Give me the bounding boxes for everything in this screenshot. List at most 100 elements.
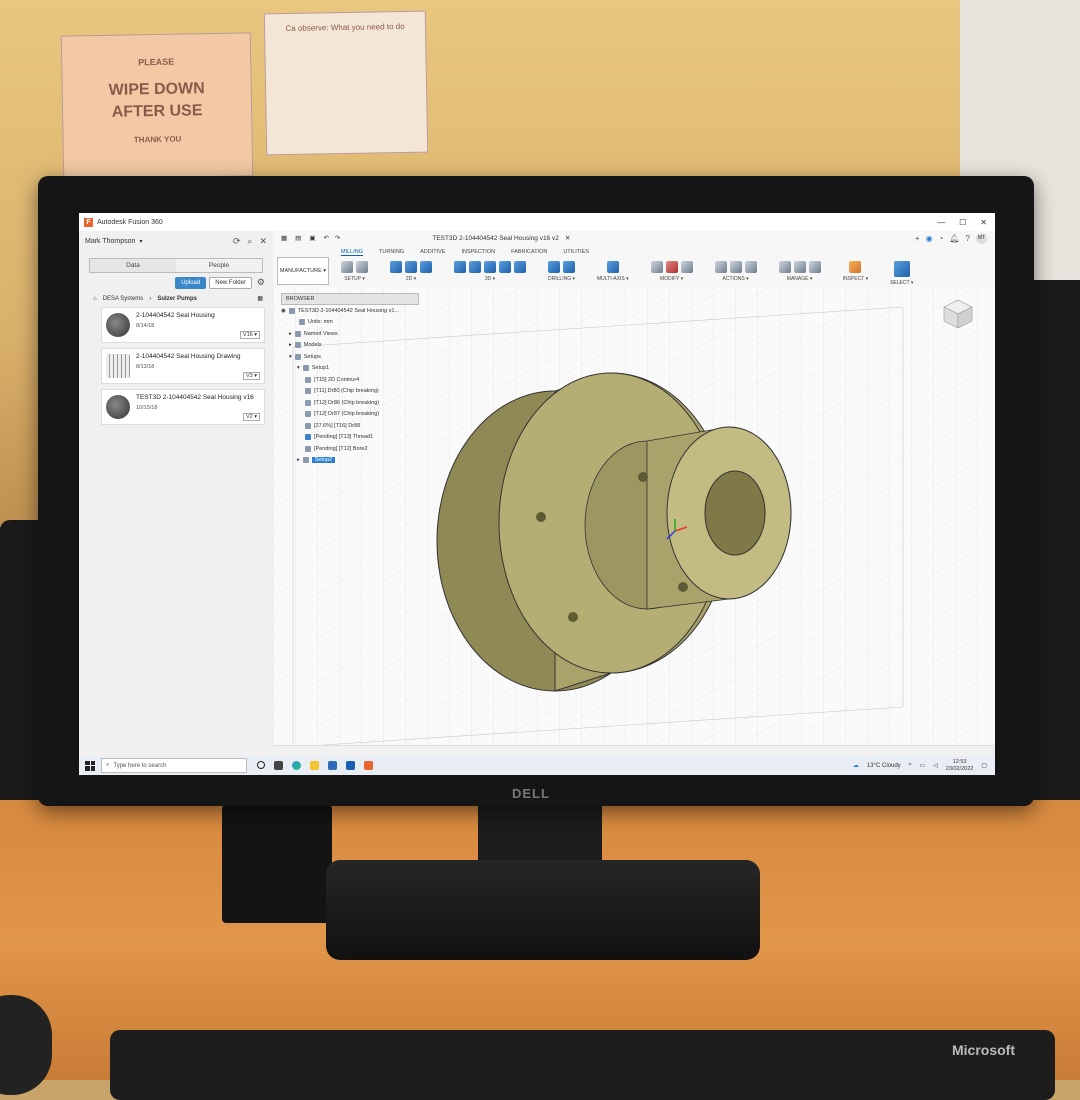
save-icon[interactable]: ▣ [309, 234, 315, 242]
2d-adaptive-icon[interactable] [390, 261, 402, 273]
group-label[interactable]: ACTIONS ▾ [723, 276, 749, 282]
close-panel-icon[interactable]: ✕ [259, 236, 267, 247]
viewcube-icon[interactable] [941, 297, 975, 331]
mail-icon[interactable] [328, 761, 337, 770]
browser-row[interactable]: [Pending] [T13] Thread1 [281, 432, 419, 444]
close-tab-icon[interactable]: ✕ [565, 234, 570, 242]
expand-icon[interactable]: ▾ [297, 365, 300, 371]
tab-inspection[interactable]: INSPECTION [461, 249, 495, 256]
duplicate-icon[interactable] [680, 261, 693, 273]
contour-icon[interactable] [514, 261, 526, 273]
browser-header[interactable]: BROWSER [281, 293, 419, 305]
group-label[interactable]: DRILLING ▾ [548, 276, 575, 282]
weather-text[interactable]: 13°C Cloudy [867, 763, 901, 769]
user-name[interactable]: Mark Thompson [85, 238, 135, 245]
browser-row[interactable]: [T12] Dr86 (Chip breaking) [281, 397, 419, 409]
file-item[interactable]: TEST3D 2-104404542 Seal Housing v16 10/1… [101, 389, 265, 425]
refresh-icon[interactable]: ⟳ [233, 236, 241, 247]
group-label[interactable]: INSPECT ▾ [843, 276, 868, 282]
browser-row[interactable]: ▾ Setup1 [281, 363, 419, 375]
file-item[interactable]: 2-104404542 Seal Housing Drawing 8/13/18… [101, 348, 265, 384]
browser-row[interactable]: ▾ Setups [281, 351, 419, 363]
select-cursor-icon[interactable] [893, 261, 910, 277]
expand-icon[interactable]: ▸ [289, 331, 292, 337]
simulate-icon[interactable] [714, 261, 727, 273]
notification-center-icon[interactable]: ▢ [981, 762, 987, 769]
tray-chevron-icon[interactable]: ^ [909, 763, 912, 769]
upload-button[interactable]: Upload [175, 277, 207, 289]
adaptive-clearing-icon[interactable] [454, 261, 466, 273]
file-menu-icon[interactable]: ▤ [295, 234, 301, 242]
group-2d[interactable]: 2D ▾ [390, 261, 432, 286]
tab-additive[interactable]: ADDITIVE [420, 249, 445, 256]
pocket-clearing-icon[interactable] [469, 261, 481, 273]
browser-row[interactable]: [T15] 2D Contour4 [281, 374, 419, 386]
group-label[interactable]: 3D ▾ [485, 276, 495, 282]
measure-icon[interactable] [849, 261, 862, 273]
grid-view-icon[interactable]: ▦ [257, 295, 263, 302]
avatar[interactable]: MT [976, 233, 987, 244]
group-select[interactable]: SELECT ▾ [890, 261, 913, 286]
group-3d[interactable]: 3D ▾ [454, 261, 526, 286]
2d-pocket-icon[interactable] [405, 261, 417, 273]
weather-icon[interactable]: ☁ [853, 762, 859, 769]
setup-sheet-icon[interactable] [356, 261, 368, 273]
file-version[interactable]: V3 ▾ [242, 372, 260, 380]
drill-icon[interactable] [548, 261, 560, 273]
task-view-icon[interactable] [274, 761, 283, 770]
taskbar-clock[interactable]: 12:53 23/02/2022 [946, 759, 974, 773]
chevron-down-icon[interactable]: ▾ [139, 238, 142, 245]
browser-row[interactable]: Units: mm [281, 317, 419, 329]
browser-row[interactable]: [Pending] [T12] Bore2 [281, 443, 419, 455]
group-label[interactable]: 2D ▾ [406, 276, 416, 282]
expand-icon[interactable]: ▾ [289, 354, 292, 360]
group-label[interactable]: MANAGE ▾ [787, 276, 813, 282]
file-version[interactable]: V16 ▾ [239, 331, 260, 339]
maximize-button[interactable]: ☐ [959, 218, 966, 227]
group-manage[interactable]: MANAGE ▾ [778, 261, 821, 286]
new-setup-icon[interactable] [341, 261, 353, 273]
expand-icon[interactable]: ▸ [297, 457, 300, 463]
group-setup[interactable]: SETUP ▾ [341, 261, 368, 286]
group-modify[interactable]: MODIFY ▾ [650, 261, 693, 286]
workspace-switcher[interactable]: MANUFACTURE ▾ [277, 257, 329, 285]
browser-row[interactable]: [T11] Dr80 (Chip breaking) [281, 386, 419, 398]
tab-data[interactable]: Data [90, 259, 176, 272]
group-label[interactable]: MULTI-AXIS ▾ [597, 276, 629, 282]
browser-row[interactable]: ▸ Models [281, 340, 419, 352]
document-title[interactable]: TEST3D 2-104404542 Seal Housing v16 v2 [432, 235, 558, 242]
network-icon[interactable]: ▭ [920, 762, 926, 769]
group-label[interactable]: SELECT ▾ [890, 280, 913, 286]
group-drilling[interactable]: DRILLING ▾ [548, 261, 575, 286]
tab-turning[interactable]: TURNING [379, 249, 404, 256]
edit-toolpath-icon[interactable] [650, 261, 663, 273]
outlook-icon[interactable] [346, 761, 355, 770]
file-explorer-icon[interactable] [310, 761, 319, 770]
breadcrumb-item[interactable]: Sulzer Pumps [157, 296, 197, 302]
search-icon[interactable]: ⌕ [247, 236, 252, 247]
steep-shallow-icon[interactable] [484, 261, 496, 273]
volume-icon[interactable]: ◁ [933, 762, 938, 769]
cortana-icon[interactable] [257, 761, 265, 769]
browser-row[interactable]: ▸ Setup2 [281, 455, 419, 467]
scallop-icon[interactable] [499, 261, 511, 273]
browser-row[interactable]: ▸ Named Views [281, 328, 419, 340]
group-multi-axis[interactable]: MULTI-AXIS ▾ [597, 261, 629, 286]
home-icon[interactable]: ⌂ [93, 296, 97, 302]
group-actions[interactable]: ACTIONS ▾ [714, 261, 757, 286]
browser-row[interactable]: [T12] Dr87 (Chip breaking) [281, 409, 419, 421]
template-library-icon[interactable] [793, 261, 806, 273]
file-item[interactable]: 2-104404542 Seal Housing 8/14/18 V16 ▾ [101, 307, 265, 343]
file-version[interactable]: V2 ▾ [242, 413, 260, 421]
browser-row[interactable]: [27.6%] [T16] Dr88 [281, 420, 419, 432]
sync-icon[interactable]: ◉ [926, 234, 933, 243]
setup-sheet-doc-icon[interactable] [744, 261, 757, 273]
eye-icon[interactable]: ◉ [281, 308, 286, 314]
help-icon[interactable]: ? [966, 234, 970, 243]
breadcrumb-item[interactable]: DESA Systems [103, 296, 144, 302]
close-button[interactable]: ✕ [980, 218, 987, 227]
new-folder-button[interactable]: New Folder [209, 277, 252, 289]
edge-icon[interactable] [292, 761, 301, 770]
jobs-status-icon[interactable]: ◔ [939, 234, 944, 243]
grid-menu-icon[interactable]: ▦ [281, 234, 287, 242]
